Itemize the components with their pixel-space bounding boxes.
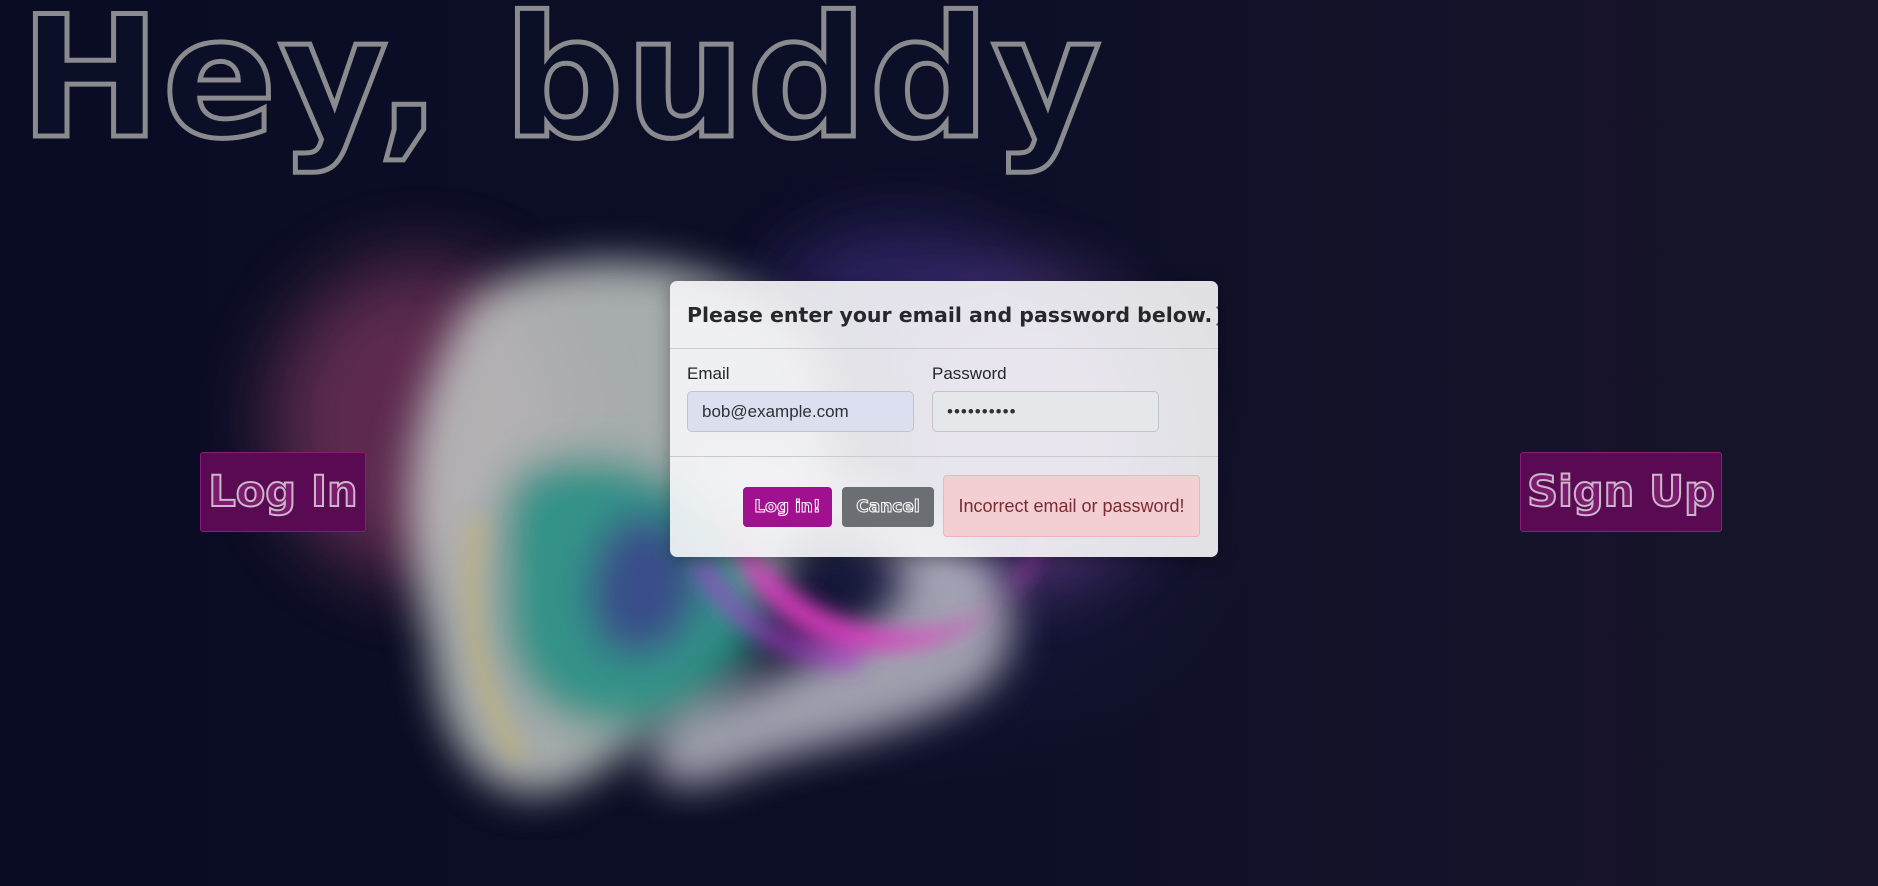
signup-page-button[interactable]: Sign Up [1520,452,1722,532]
email-field-group: Email [687,364,914,432]
password-input[interactable] [932,391,1159,432]
cancel-button[interactable]: Cancel [842,487,934,527]
login-submit-button[interactable]: Log in! [743,487,832,527]
email-input[interactable] [687,391,914,432]
password-label: Password [932,364,1007,383]
login-modal: Please enter your email and password bel… [670,281,1218,557]
email-label: Email [687,364,730,383]
login-page-button[interactable]: Log In [200,452,366,532]
modal-body: Email Password [670,349,1218,457]
modal-header: Please enter your email and password bel… [670,281,1218,349]
password-field-group: Password [932,364,1159,432]
modal-footer: Log in! Cancel Incorrect email or passwo… [670,457,1218,557]
hero-title: Hey, buddy [17,0,1104,176]
error-alert: Incorrect email or password! [943,475,1200,537]
modal-title: Please enter your email and password bel… [687,302,1213,327]
